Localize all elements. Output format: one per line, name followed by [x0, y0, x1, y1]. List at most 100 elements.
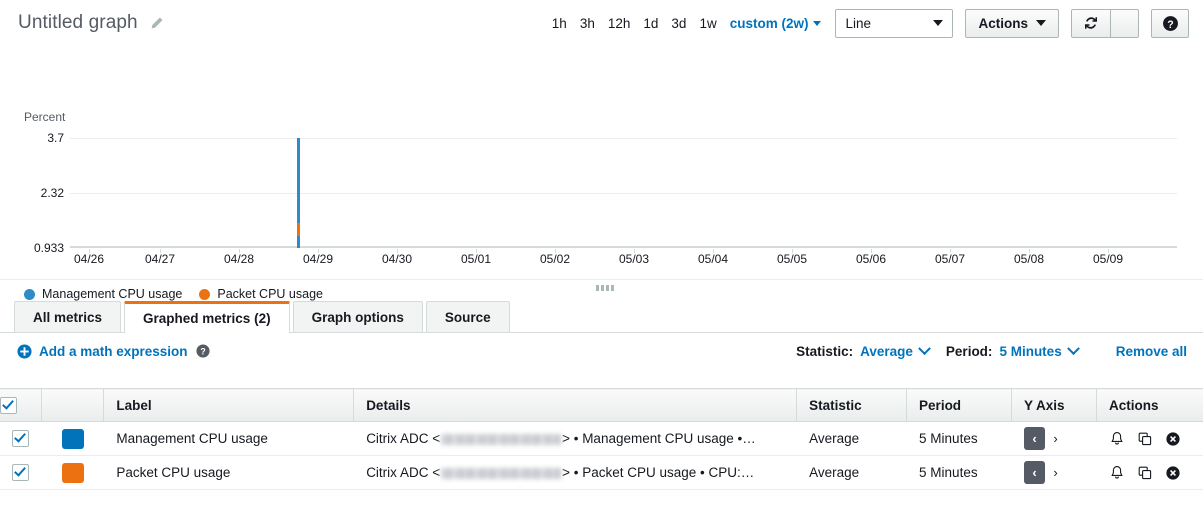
legend-label: Packet CPU usage	[217, 287, 323, 301]
redacted-resource-id	[441, 468, 562, 479]
tab-all-metrics[interactable]: All metrics	[14, 301, 122, 332]
color-swatch[interactable]	[61, 428, 84, 449]
header-y-axis[interactable]: Y Axis	[1011, 388, 1097, 422]
range-12h[interactable]: 12h	[608, 16, 631, 31]
add-math-expression-link[interactable]: Add a math expression	[17, 344, 188, 359]
row-statistic[interactable]: Average	[796, 455, 907, 490]
period-value[interactable]: 5 Minutes	[999, 344, 1061, 359]
resize-grip-handle[interactable]	[596, 285, 614, 291]
section-divider	[0, 279, 1203, 280]
graphed-metrics-table: Label Details Statistic Period Y Axis Ac…	[0, 388, 1203, 490]
chart-plot-area[interactable]: 3.7 2.32 0.933 04/26 04/27 04/28 04/29 0…	[34, 131, 1177, 266]
gridline-top	[70, 138, 1177, 139]
header-details[interactable]: Details	[353, 388, 798, 422]
range-1d[interactable]: 1d	[643, 16, 658, 31]
row-statistic[interactable]: Average	[796, 421, 907, 456]
chart-legend: Management CPU usage Packet CPU usage	[24, 287, 323, 301]
tab-source[interactable]: Source	[425, 301, 510, 332]
chevron-down-icon	[933, 20, 944, 26]
plus-circle-icon	[17, 343, 32, 359]
refresh-icon	[1085, 17, 1097, 29]
x-tick-label-5: 05/01	[460, 252, 492, 266]
chevron-down-icon[interactable]	[1066, 341, 1080, 355]
row-details: Citrix ADC < > • Management CPU usage •…	[353, 421, 797, 456]
y-tick-label-1: 2.32	[40, 186, 64, 200]
help-button[interactable]: ?	[1151, 8, 1189, 38]
row-label[interactable]: Packet CPU usage	[103, 455, 354, 490]
graph-type-select[interactable]: Line	[835, 8, 954, 38]
x-tick-label-6: 05/02	[539, 252, 571, 266]
statistic-value[interactable]: Average	[860, 344, 913, 359]
legend-item-packet-cpu[interactable]: Packet CPU usage	[199, 287, 323, 301]
y-axis-left-button[interactable]: ‹	[1024, 427, 1045, 450]
header-statistic[interactable]: Statistic	[796, 388, 908, 422]
header-label[interactable]: Label	[103, 388, 355, 422]
alarm-bell-icon[interactable]	[1109, 431, 1125, 447]
row-y-axis-cell: ‹ ›	[1011, 455, 1097, 490]
x-tick-label-12: 05/08	[1013, 252, 1045, 266]
x-tick-label-1: 04/27	[144, 252, 176, 266]
header-period[interactable]: Period	[906, 388, 1012, 422]
chevron-down-icon	[1036, 20, 1046, 26]
row-label[interactable]: Management CPU usage	[103, 421, 354, 456]
select-all-checkbox[interactable]	[0, 396, 17, 414]
range-1h[interactable]: 1h	[552, 16, 567, 31]
row-actions-cell	[1096, 421, 1203, 456]
y-tick-label-2: 0.933	[33, 241, 64, 255]
table-header-row: Label Details Statistic Period Y Axis Ac…	[0, 388, 1203, 422]
period-label: Period:	[945, 343, 993, 359]
y-axis-right-button[interactable]: ›	[1045, 427, 1066, 450]
legend-swatch-icon	[24, 288, 35, 300]
x-tick-label-9: 05/05	[776, 252, 808, 266]
x-tick-label-11: 05/07	[934, 252, 966, 266]
row-period[interactable]: 5 Minutes	[906, 421, 1012, 456]
remove-all-link[interactable]: Remove all	[1116, 344, 1187, 359]
range-3d[interactable]: 3d	[671, 16, 686, 31]
chevron-down-icon	[813, 21, 822, 27]
y-tick-label-0: 3.7	[47, 131, 64, 145]
gridline-mid	[70, 193, 1177, 194]
header-select-all-cell	[0, 388, 43, 422]
range-custom-label: custom (2w)	[729, 15, 809, 31]
table-row[interactable]: Management CPU usage Citrix ADC < > • Ma…	[0, 421, 1203, 456]
chevron-down-icon[interactable]	[918, 341, 931, 355]
color-swatch[interactable]	[61, 462, 84, 483]
help-icon[interactable]: ?	[195, 344, 210, 358]
redacted-resource-id	[441, 434, 562, 445]
statistic-label: Statistic:	[796, 343, 854, 359]
row-details-prefix: Citrix ADC <	[366, 465, 441, 480]
range-3h[interactable]: 3h	[580, 16, 595, 31]
range-1w[interactable]: 1w	[699, 16, 716, 31]
remove-icon[interactable]	[1165, 465, 1181, 481]
tab-bar: All metrics Graphed metrics (2) Graph op…	[0, 301, 1203, 333]
legend-item-management-cpu[interactable]: Management CPU usage	[24, 287, 182, 301]
row-checkbox[interactable]	[12, 430, 30, 447]
time-range-selector: 1h 3h 12h 1d 3d 1w custom (2w)	[552, 16, 822, 31]
x-tick-label-10: 05/06	[855, 252, 887, 266]
y-axis-left-button[interactable]: ‹	[1024, 461, 1045, 484]
alarm-bell-icon[interactable]	[1109, 465, 1125, 481]
graph-header: Untitled graph 1h 3h 12h 1d 3d 1w custom…	[0, 0, 1203, 46]
remove-icon[interactable]	[1165, 431, 1181, 447]
refresh-button[interactable]	[1071, 8, 1111, 38]
row-color-cell	[41, 421, 104, 456]
tab-graph-options[interactable]: Graph options	[292, 301, 423, 332]
row-checkbox[interactable]	[12, 464, 30, 481]
row-period[interactable]: 5 Minutes	[906, 455, 1012, 490]
pencil-icon[interactable]	[149, 16, 164, 31]
row-checkbox-cell	[0, 421, 42, 456]
table-row[interactable]: Packet CPU usage Citrix ADC < > • Packet…	[0, 455, 1203, 490]
graph-type-value: Line	[845, 15, 872, 31]
duplicate-icon[interactable]	[1137, 465, 1153, 481]
range-custom[interactable]: custom (2w)	[730, 16, 822, 31]
tab-graphed-metrics[interactable]: Graphed metrics (2)	[124, 301, 290, 333]
row-color-cell	[41, 455, 104, 490]
row-details-suffix: > • Packet CPU usage • CPU:…	[562, 465, 755, 480]
y-axis-right-button[interactable]: ›	[1045, 461, 1066, 484]
duplicate-icon[interactable]	[1137, 431, 1153, 447]
actions-button[interactable]: Actions	[965, 8, 1059, 38]
refresh-options-button[interactable]	[1111, 8, 1139, 38]
y-axis-title: Percent	[24, 110, 66, 124]
chart-container: Percent 3.7 2.32 0.933 04/26 04/27 04/28…	[0, 46, 1203, 301]
toolbar-right-controls: Statistic: Average Period: 5 Minutes Rem…	[796, 341, 1187, 359]
